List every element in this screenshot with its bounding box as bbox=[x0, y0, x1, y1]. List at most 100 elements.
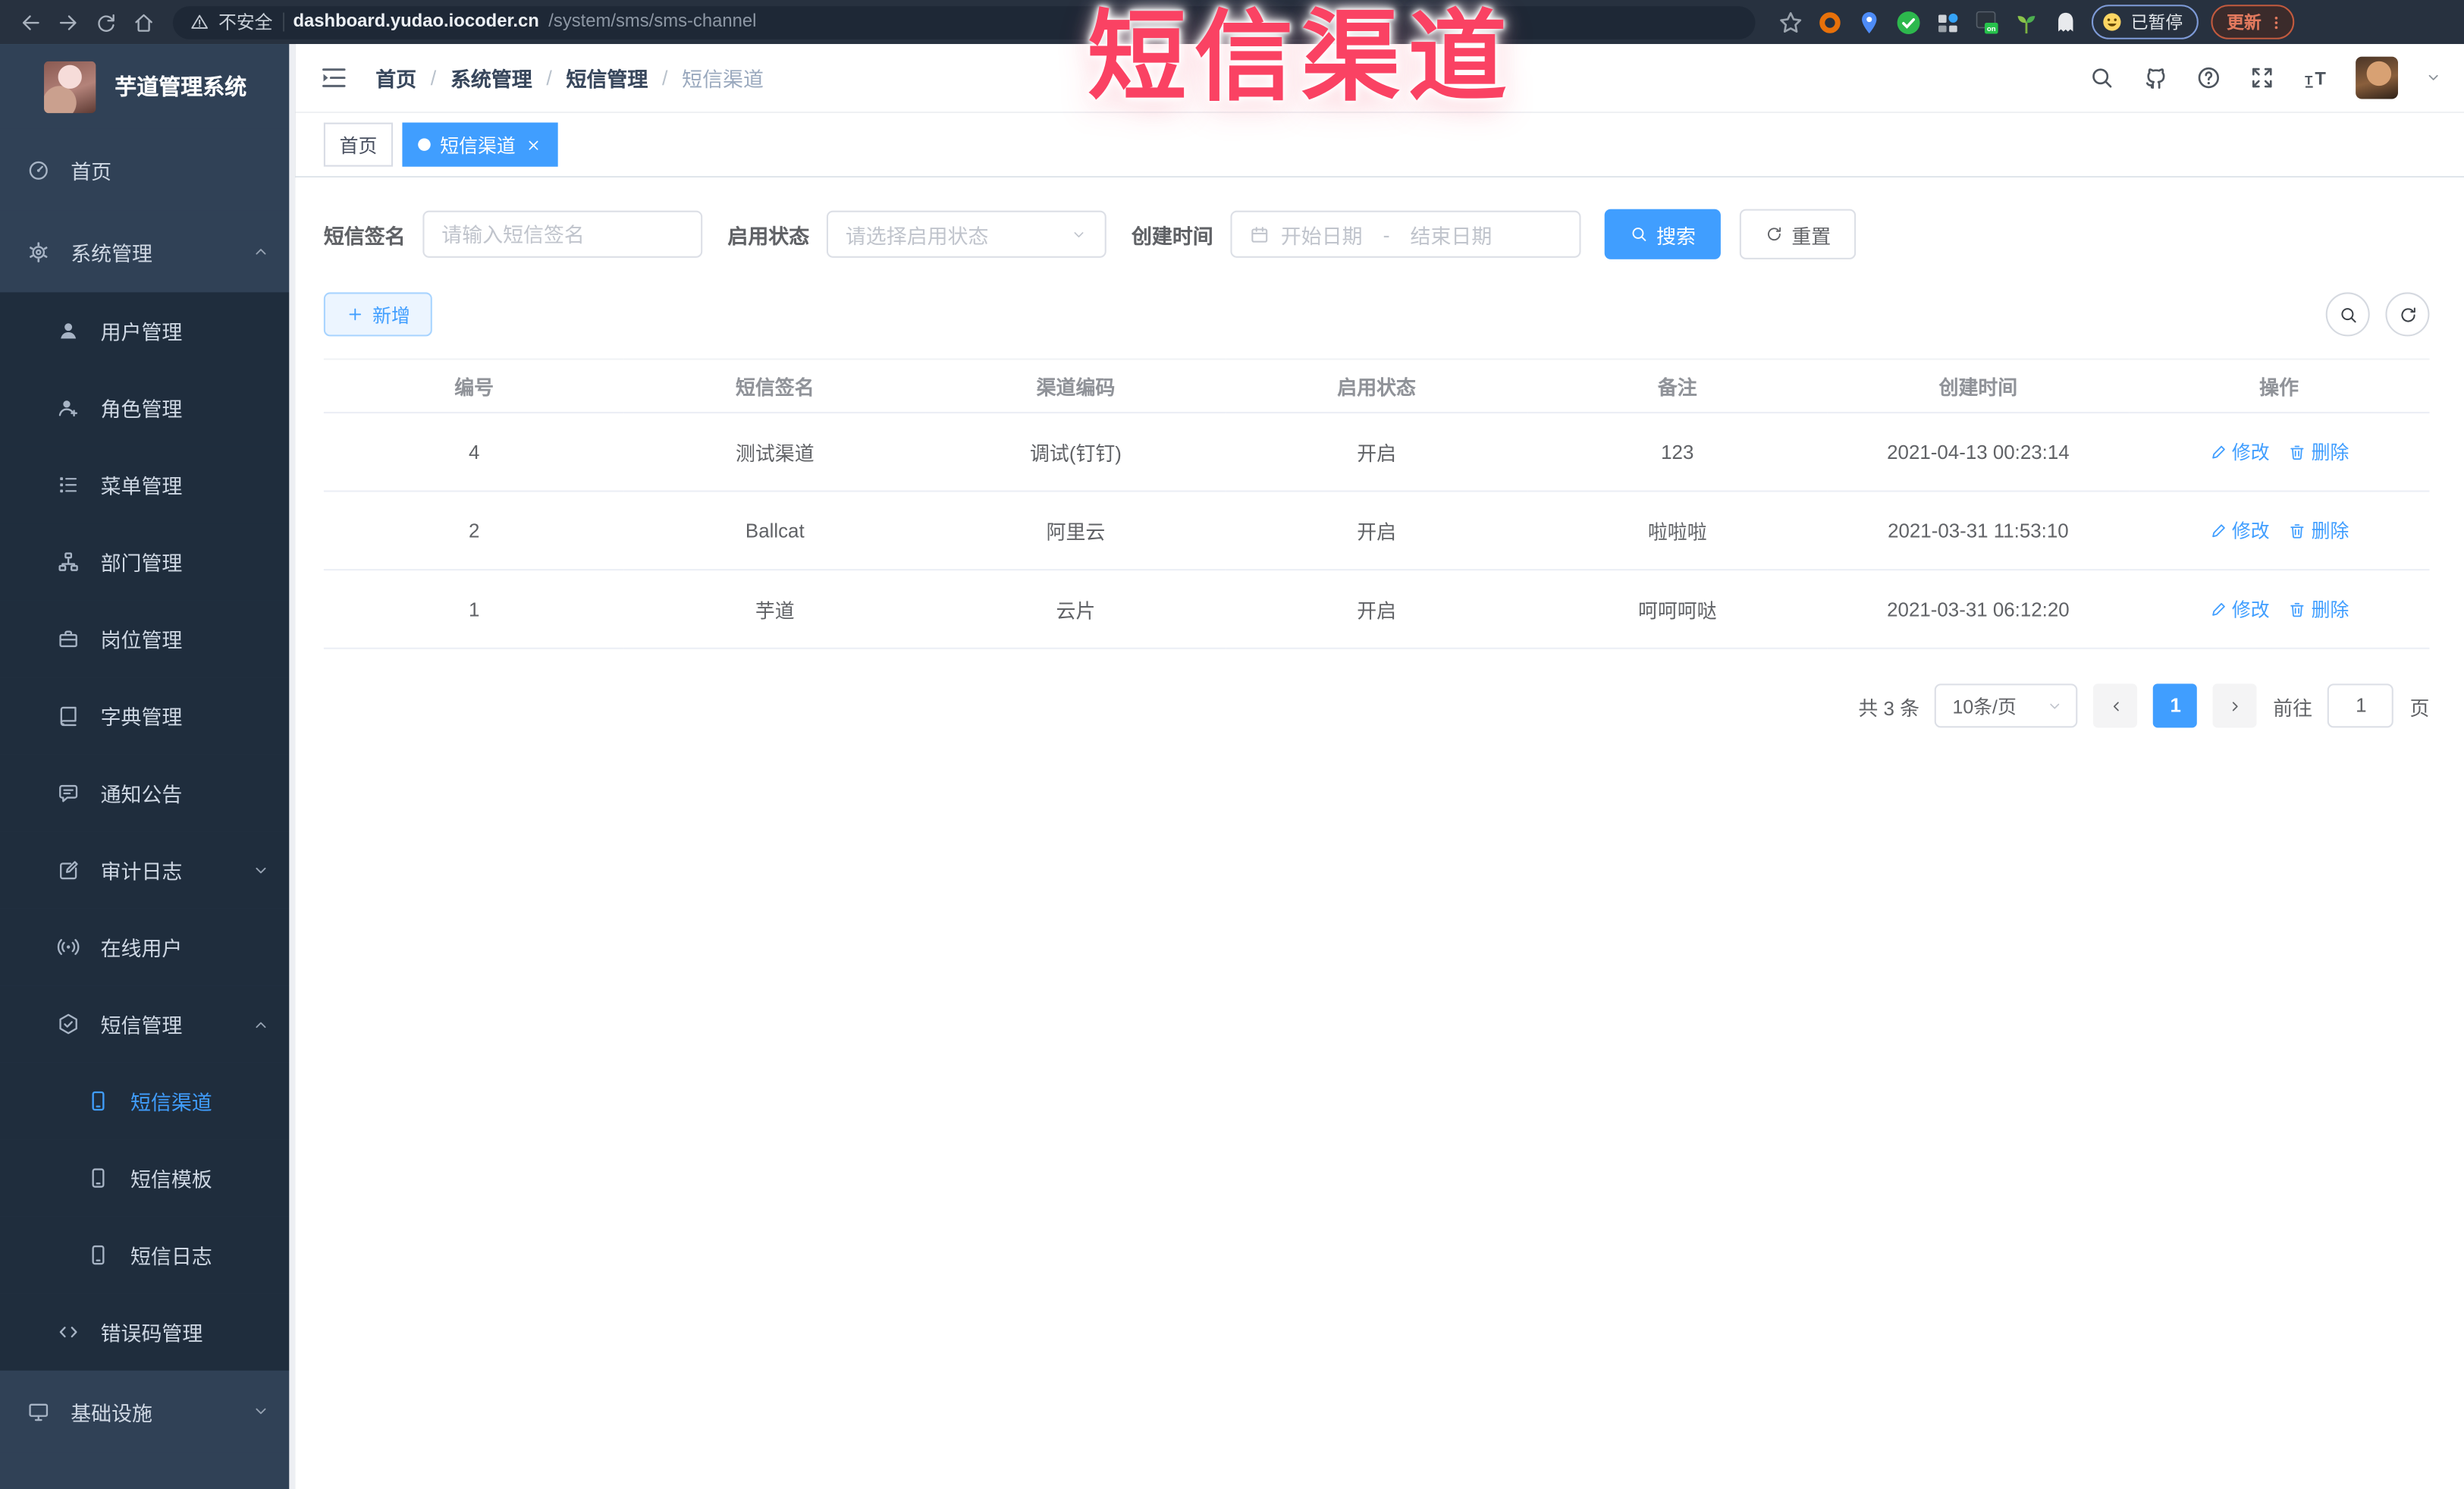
font-size-icon[interactable]: TT bbox=[2302, 64, 2329, 91]
ext-leaf-icon[interactable] bbox=[2013, 8, 2039, 35]
sidebar-item-notice[interactable]: 通知公告 bbox=[0, 754, 296, 832]
github-icon[interactable] bbox=[2142, 64, 2168, 91]
total-count: 共 3 条 bbox=[1858, 696, 1920, 719]
cell-actions: 修改 删除 bbox=[2128, 491, 2430, 571]
ext-on-badge-icon[interactable]: on bbox=[1974, 8, 2001, 35]
dict-icon bbox=[57, 704, 80, 727]
cell-created: 2021-03-31 06:12:20 bbox=[1828, 570, 2129, 649]
ext-puzzle-icon[interactable] bbox=[2052, 8, 2079, 35]
cell-remark: 啦啦啦 bbox=[1527, 491, 1828, 571]
breadcrumb-item: 短信渠道 bbox=[682, 68, 764, 92]
goto-page-input[interactable] bbox=[2327, 683, 2394, 728]
delete-link[interactable]: 删除 bbox=[2289, 595, 2349, 622]
sidebar-item-sms-channel[interactable]: 短信渠道 bbox=[0, 1062, 296, 1140]
paused-badge[interactable]: 已暂停 bbox=[2091, 5, 2199, 39]
breadcrumb: 首页 / 系统管理 / 短信管理 / 短信渠道 bbox=[375, 63, 764, 93]
sidebar-item-posts[interactable]: 岗位管理 bbox=[0, 600, 296, 678]
sidebar-item-error-code[interactable]: 错误码管理 bbox=[0, 1293, 296, 1371]
security-label: 不安全 bbox=[218, 14, 273, 33]
close-icon[interactable] bbox=[525, 136, 542, 153]
sidebar-item-label: 短信日志 bbox=[130, 1245, 212, 1269]
cell-id: 4 bbox=[323, 412, 625, 492]
breadcrumb-item[interactable]: 首页 bbox=[375, 63, 416, 93]
delete-link[interactable]: 删除 bbox=[2289, 517, 2349, 543]
tab-home[interactable]: 首页 bbox=[323, 122, 394, 167]
sign-input[interactable] bbox=[422, 210, 703, 258]
sidebar-item-users[interactable]: 用户管理 bbox=[0, 292, 296, 369]
help-icon[interactable] bbox=[2196, 64, 2222, 91]
edit-label: 修改 bbox=[2231, 520, 2270, 542]
date-range-picker[interactable]: 开始日期 - 结束日期 bbox=[1230, 210, 1581, 258]
status-select[interactable]: 请选择启用状态 bbox=[826, 210, 1106, 258]
sidebar-menu: 首页系统管理 用户管理 角色管理 菜单管理 部门管理 岗位管理 字典管理通知公告审计日志 在线… bbox=[0, 128, 296, 1453]
avatar[interactable] bbox=[2356, 56, 2399, 99]
update-button[interactable]: 更新 bbox=[2211, 5, 2295, 39]
edit-link[interactable]: 修改 bbox=[2209, 595, 2270, 622]
sidebar-item-label: 首页 bbox=[71, 159, 112, 184]
search-icon bbox=[1630, 225, 1649, 243]
refresh-table-button[interactable] bbox=[2385, 292, 2430, 337]
sidebar-item-audit-log[interactable]: 审计日志 bbox=[0, 831, 296, 909]
sidebar-item-sms-template[interactable]: 短信模板 bbox=[0, 1139, 296, 1217]
address-bar[interactable]: 不安全 dashboard.yudao.iocoder.cn/system/sm… bbox=[172, 5, 1756, 39]
page-1-button[interactable]: 1 bbox=[2153, 683, 2198, 728]
table-row: 4 测试渠道 调试(钉钉) 开启 123 2021-04-13 00:23:14 修改 删除 bbox=[323, 412, 2430, 492]
cell-sign: 测试渠道 bbox=[624, 412, 926, 492]
sidebar-item-label: 通知公告 bbox=[100, 782, 183, 806]
breadcrumb-item[interactable]: 系统管理 bbox=[450, 63, 532, 93]
delete-link[interactable]: 删除 bbox=[2289, 438, 2349, 465]
ext-location-pin-icon[interactable] bbox=[1856, 8, 1882, 35]
back-button[interactable] bbox=[13, 5, 48, 39]
table-tools bbox=[2325, 292, 2430, 337]
ext-check-circle-icon[interactable] bbox=[1895, 8, 1922, 35]
forward-button[interactable] bbox=[50, 5, 85, 39]
page-size-select[interactable]: 10条/页 bbox=[1935, 683, 2079, 728]
reset-button[interactable]: 重置 bbox=[1739, 209, 1857, 259]
ext-donut-icon[interactable] bbox=[1816, 8, 1843, 35]
sidebar-item-menus[interactable]: 菜单管理 bbox=[0, 446, 296, 524]
sidebar-item-online-users[interactable]: 在线用户 bbox=[0, 908, 296, 986]
column-header: 启用状态 bbox=[1226, 359, 1527, 413]
next-page-button[interactable] bbox=[2213, 683, 2258, 728]
sidebar-item-infra[interactable]: 基础设施 bbox=[0, 1370, 296, 1453]
edit-icon bbox=[2209, 521, 2227, 539]
tab-sms-channel[interactable]: 短信渠道 bbox=[402, 122, 558, 167]
sidebar-item-sms-log[interactable]: 短信日志 bbox=[0, 1216, 296, 1294]
plus-icon bbox=[346, 305, 365, 324]
reload-icon bbox=[93, 10, 117, 33]
sidebar-item-roles[interactable]: 角色管理 bbox=[0, 369, 296, 447]
reload-button[interactable] bbox=[88, 5, 123, 39]
column-header: 操作 bbox=[2128, 359, 2430, 413]
column-header: 备注 bbox=[1527, 359, 1828, 413]
kebab-menu-icon[interactable] bbox=[2268, 14, 2285, 31]
add-button[interactable]: 新增 bbox=[323, 292, 432, 337]
fullscreen-icon[interactable] bbox=[2249, 64, 2275, 91]
sidebar-item-depts[interactable]: 部门管理 bbox=[0, 523, 296, 601]
search-icon[interactable] bbox=[2089, 64, 2115, 91]
table-header-row: 编号 短信签名 渠道编码 启用状态 备注 创建时间 操作 bbox=[323, 359, 2430, 413]
toggle-search-button[interactable] bbox=[2325, 292, 2370, 337]
home-button[interactable] bbox=[126, 5, 161, 39]
search-button[interactable]: 搜索 bbox=[1604, 209, 1722, 259]
sidebar-item-sms[interactable]: 短信管理 bbox=[0, 985, 296, 1063]
edit-label: 修改 bbox=[2231, 598, 2270, 621]
ext-grid-icon[interactable] bbox=[1935, 8, 1961, 35]
sidebar-item-label: 错误码管理 bbox=[100, 1321, 203, 1346]
edit-link[interactable]: 修改 bbox=[2209, 517, 2270, 543]
sidebar-item-home[interactable]: 首页 bbox=[0, 128, 296, 211]
sidebar-item-system[interactable]: 系统管理 bbox=[0, 210, 296, 293]
sidebar-scrollbar[interactable] bbox=[289, 44, 296, 1489]
table-row: 2 Ballcat 阿里云 开启 啦啦啦 2021-03-31 11:53:10 修改 删除 bbox=[323, 491, 2430, 571]
breadcrumb-item[interactable]: 短信管理 bbox=[567, 63, 648, 93]
cell-code: 阿里云 bbox=[925, 491, 1226, 571]
sidebar-collapse-icon[interactable] bbox=[319, 63, 349, 93]
delete-label: 删除 bbox=[2311, 441, 2349, 464]
cell-remark: 呵呵呵哒 bbox=[1527, 570, 1828, 649]
edit-link[interactable]: 修改 bbox=[2209, 438, 2270, 465]
bookmark-star-icon[interactable] bbox=[1778, 8, 1804, 35]
mobile-icon bbox=[86, 1243, 110, 1267]
chevron-down-icon[interactable] bbox=[2425, 69, 2442, 86]
sidebar-item-dict[interactable]: 字典管理 bbox=[0, 677, 296, 755]
prev-page-button[interactable] bbox=[2094, 683, 2139, 728]
svg-text:T: T bbox=[2315, 68, 2326, 89]
